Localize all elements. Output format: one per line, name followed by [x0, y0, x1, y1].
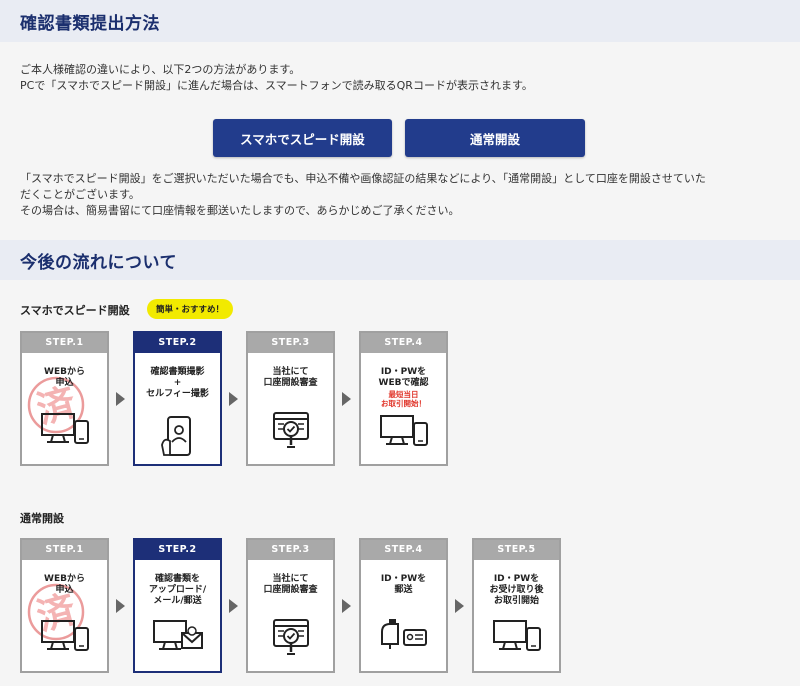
- intro-line: PCで「スマホでスピード開設」に進んだ場合は、スマートフォンで読み取るQRコード…: [20, 79, 533, 92]
- flow-step: STEP.4 ID・PWを WEBで確認 最短当日 お取引開始！: [359, 331, 448, 466]
- flow-step: STEP.1 済 WEBから 申込: [20, 538, 109, 673]
- flow-arrow-icon: [342, 599, 351, 613]
- desktop-and-phone-icon: [361, 413, 446, 447]
- flow-arrow-icon: [116, 599, 125, 613]
- note-text: 「スマホでスピード開設」をご選択いただいた場合でも、申込不備や画像認証の結果など…: [20, 171, 785, 219]
- desktop-and-mail-icon: [135, 618, 220, 652]
- desktop-and-phone-icon: [22, 618, 107, 652]
- note-line: だくことがございます。: [20, 188, 140, 201]
- section-title: 確認書類提出方法: [20, 14, 160, 34]
- step-number: STEP.2: [135, 333, 220, 353]
- step-number: STEP.5: [474, 540, 559, 560]
- smartphone-selfie-icon: [135, 415, 220, 459]
- step-number: STEP.4: [361, 333, 446, 353]
- flow-arrow-icon: [229, 392, 238, 406]
- flow-label-normal: 通常開設: [20, 512, 64, 525]
- step-text: 確認書類撮影 + セルフィー撮影: [146, 367, 209, 399]
- note-line: その場合は、簡易書留にて口座情報を郵送いたしますので、あらかじめご了承ください。: [20, 204, 460, 217]
- step-text: 確認書類を アップロード/ メール/郵送: [148, 574, 207, 606]
- step-text: ID・PWを 郵送: [380, 574, 427, 595]
- flow-step: STEP.4 ID・PWを 郵送: [359, 538, 448, 673]
- step-number: STEP.3: [248, 333, 333, 353]
- step-number: STEP.2: [135, 540, 220, 560]
- flow-arrow-icon: [116, 392, 125, 406]
- flow-label-speed: スマホでスピード開設: [20, 304, 130, 317]
- section-title: 今後の流れについて: [20, 253, 177, 273]
- document-review-icon: [248, 411, 333, 453]
- section-header-flow: 今後の流れについて: [0, 240, 800, 280]
- step-number: STEP.3: [248, 540, 333, 560]
- desktop-and-phone-icon: [474, 618, 559, 652]
- document-review-icon: [248, 618, 333, 660]
- intro-line: ご本人様確認の違いにより、以下2つの方法があります。: [20, 63, 301, 76]
- step-text: WEBから 申込: [44, 574, 85, 595]
- intro-text: ご本人様確認の違いにより、以下2つの方法があります。 PCで「スマホでスピード開…: [20, 62, 785, 94]
- flow-step: STEP.2 確認書類を アップロード/ メール/郵送: [133, 538, 222, 673]
- flow-step: STEP.2 確認書類撮影 + セルフィー撮影: [133, 331, 222, 466]
- step-text: ID・PWを WEBで確認: [378, 367, 429, 388]
- section-header-submission: 確認書類提出方法: [0, 0, 800, 42]
- flow-arrow-icon: [455, 599, 464, 613]
- step-text: 当社にて 口座開設審査: [263, 574, 318, 595]
- step-text: WEBから 申込: [44, 367, 85, 388]
- step-text: 当社にて 口座開設審査: [263, 367, 318, 388]
- step-text: ID・PWを お受け取り後 お取引開始: [489, 574, 544, 606]
- flow-arrow-icon: [342, 392, 351, 406]
- desktop-and-phone-icon: [22, 411, 107, 445]
- step-number: STEP.4: [361, 540, 446, 560]
- flow-step: STEP.1 済 WEBから 申込: [20, 331, 109, 466]
- mailbox-and-card-icon: [361, 618, 446, 650]
- flow-arrow-icon: [229, 599, 238, 613]
- speed-open-button[interactable]: スマホでスピード開設: [213, 119, 392, 157]
- step-number: STEP.1: [22, 333, 107, 353]
- flow-step: STEP.3 当社にて 口座開設審査: [246, 538, 335, 673]
- step-highlight-text: 最短当日 お取引開始！: [381, 390, 426, 408]
- flow-step: STEP.3 当社にて 口座開設審査: [246, 331, 335, 466]
- flow-step: STEP.5 ID・PWを お受け取り後 お取引開始: [472, 538, 561, 673]
- recommend-badge: 簡単・おすすめ！: [147, 299, 234, 319]
- step-number: STEP.1: [22, 540, 107, 560]
- note-line: 「スマホでスピード開設」をご選択いただいた場合でも、申込不備や画像認証の結果など…: [20, 172, 706, 185]
- normal-open-button[interactable]: 通常開設: [405, 119, 585, 157]
